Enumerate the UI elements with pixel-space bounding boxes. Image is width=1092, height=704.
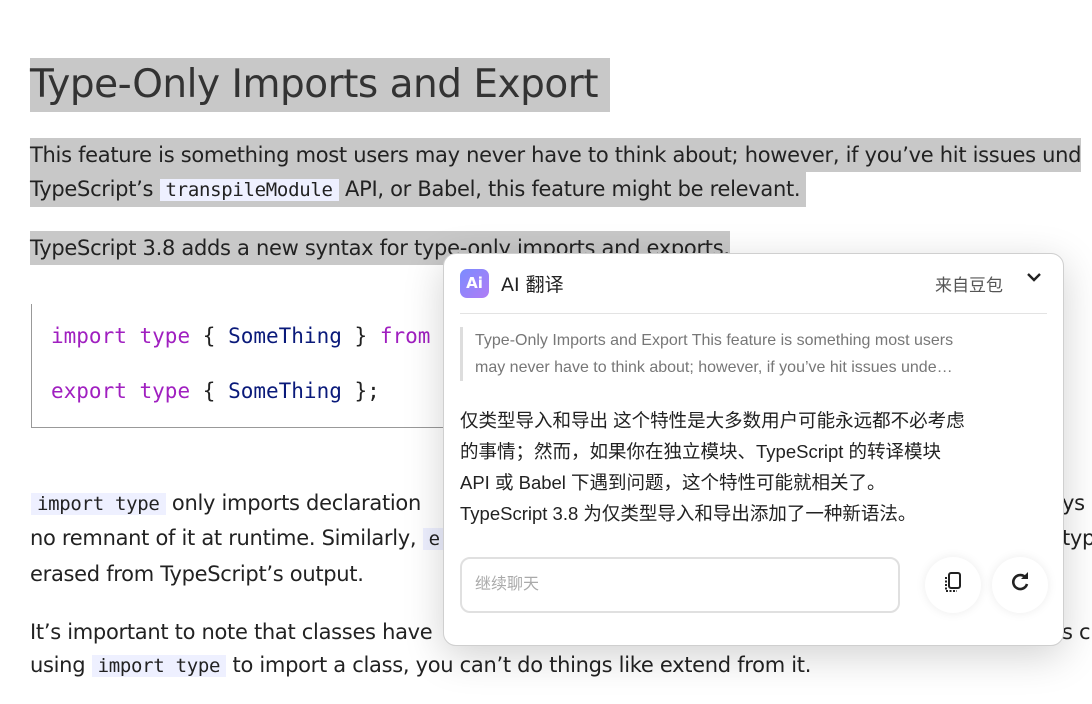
page-title: Type-Only Imports and Export [30,58,611,112]
text: to import a class, you can’t do things l… [226,653,812,677]
refresh-button[interactable] [992,557,1048,613]
inline-code: import type [31,493,166,515]
inline-code: import type [91,655,227,677]
translation-text: 仅类型导入和导出 这个特性是大多数用户可能永远都不必考虑 的事情；然而，如果你在… [460,405,1050,529]
identifier: SomeThing [228,324,342,348]
paragraph-line: using import type to import a class, you… [30,648,811,683]
copy-icon [941,570,965,600]
ai-translate-popup: Ai AI 翻译 来自豆包 Type-Only Imports and Expo… [443,253,1064,646]
code-line: import type { SomeThing } from " [51,324,456,348]
code-block: import type { SomeThing } from " export … [31,304,456,428]
copy-button[interactable] [925,557,981,613]
paragraph-line: no remnant of it at runtime. Similarly, … [30,521,446,556]
text: API, or Babel, this feature might be rel… [338,177,801,201]
inline-code: transpileModule [159,179,339,201]
text: using [30,653,92,677]
original-line: Type-Only Imports and Export This featur… [475,332,954,349]
keyword: import [51,324,127,348]
chat-input[interactable]: 继续聊天 [460,557,900,613]
brace: { [202,379,216,403]
keyword: type [139,324,191,348]
translation-line: TypeScript 3.8 为仅类型导入和导出添加了一种新语法。 [460,503,917,524]
refresh-icon [1008,570,1032,600]
translation-line: 仅类型导入和导出 这个特性是大多数用户可能永远都不必考虑 [460,410,965,431]
identifier: SomeThing [228,379,342,403]
paragraph-fragment: typ [1062,526,1092,550]
paragraph-fragment: s c [1062,620,1091,644]
translation-line: API 或 Babel 下遇到问题，这个特性可能就相关了。 [460,472,886,493]
divider [460,313,1047,314]
original-text-quote: Type-Only Imports and Export This featur… [460,327,1040,381]
original-line: may never have to think about; however, … [475,359,953,376]
text: TypeScript’s [30,177,160,201]
paragraph-fragment: ys g [1062,491,1092,515]
chevron-down-icon[interactable] [1025,268,1043,291]
source-label[interactable]: 来自豆包 [935,271,1003,296]
ai-logo-icon: Ai [460,269,489,298]
keyword: export [51,379,127,403]
brace: } [354,324,368,348]
paragraph-line: It’s important to note that classes have [30,620,433,644]
keyword: type [139,379,191,403]
brace: { [202,324,216,348]
paragraph-line: erased from TypeScript’s output. [30,562,364,586]
brace: }; [354,379,380,403]
text: no remnant of it at runtime. Similarly, [30,526,423,550]
paragraph-line: This feature is something most users may… [30,138,1081,172]
keyword: from [379,324,431,348]
translation-line: 的事情；然而，如果你在独立模块、TypeScript 的转译模块 [460,441,942,462]
popup-title: AI 翻译 [501,274,564,296]
paragraph-line: import type only imports declaration [31,486,421,521]
paragraph-line: TypeScript’s transpileModule API, or Bab… [30,172,807,207]
code-line: export type { SomeThing }; [51,379,380,403]
text: only imports declaration [165,491,421,515]
